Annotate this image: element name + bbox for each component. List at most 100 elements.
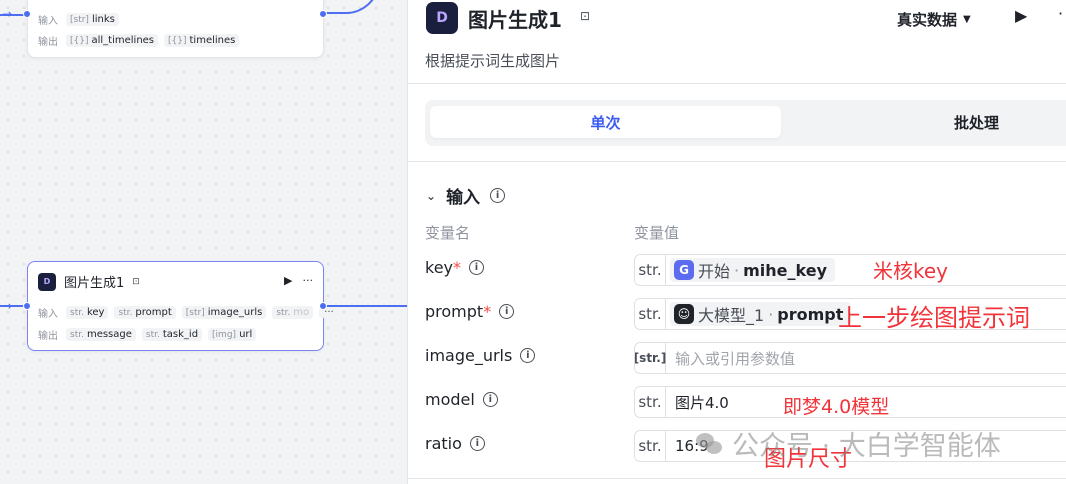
node-chip-all-timelines: [{}] all_timelines [66, 34, 159, 47]
run-icon[interactable]: ▶ [1015, 6, 1027, 25]
param-name-key: key * i [425, 258, 485, 277]
type-tag[interactable]: str. [635, 431, 666, 461]
data-mode-dropdown[interactable]: 真实数据 ▼ [897, 9, 971, 30]
column-header-name: 变量名 [425, 224, 471, 242]
caret-down-icon: ▼ [963, 14, 971, 25]
type-tag[interactable]: str. [635, 255, 666, 285]
node-output-label: 输出 [38, 37, 58, 48]
node-input-label: 输入 [38, 309, 58, 320]
node-input-row: 输入 str. key str. prompt [str] image_urls… [38, 305, 339, 320]
watermark-text: 公众号 · 大白学智能体 [732, 431, 1001, 462]
chip-type: [str] [185, 307, 205, 318]
plugin-badge-icon: ⊡ [580, 9, 591, 23]
start-node-icon: G [674, 260, 694, 280]
node-chip-prompt: str. prompt [114, 306, 176, 319]
variable-reference[interactable]: ☺ 大模型_1 · prompt [670, 302, 852, 326]
required-mark: * [453, 258, 462, 277]
ref-separator: · [734, 260, 740, 280]
workflow-node-prev[interactable]: 输入 [str] links 输出 [{}] all_timelines [{}… [27, 0, 324, 58]
port-in-image-gen[interactable] [23, 302, 31, 310]
required-mark: * [483, 302, 492, 321]
chip-type: [str] [70, 14, 89, 25]
chip-type: str. [70, 329, 84, 340]
node-chip-links: [str] links [66, 13, 119, 26]
param-name-prompt: prompt * i [425, 302, 515, 321]
port-in-prev[interactable] [23, 10, 31, 18]
workflow-canvas[interactable]: → → 输入 [str] links 输出 [{}] all_timelines… [0, 0, 407, 484]
chip-name: key [86, 307, 105, 318]
chip-type: str. [276, 307, 291, 318]
node-chip-url: [img] url [208, 328, 257, 341]
node-chip-timelines: [{}] timelines [164, 34, 240, 47]
param-label: ratio [425, 434, 462, 453]
param-input-value[interactable]: 图片4.0 [675, 392, 729, 413]
chip-type: str. [118, 307, 133, 318]
node-output-row: 输出 [{}] all_timelines [{}] timelines [38, 33, 240, 48]
param-label: key [425, 258, 454, 277]
node-actions: ▶ ··· [284, 274, 313, 287]
chip-type: [{}] [168, 35, 187, 46]
info-icon[interactable]: i [499, 304, 515, 319]
chip-name: task_id [162, 329, 199, 340]
node-chip-message: str. message [66, 328, 136, 341]
wechat-icon [696, 431, 724, 457]
param-value-key[interactable]: str. G 开始 · mihe_key [634, 254, 1066, 286]
node-chip-key: str. key [66, 306, 109, 319]
param-value-image-urls[interactable]: [str.] 输入或引用参数值 [634, 342, 1066, 374]
watermark: 公众号 · 大白学智能体 [696, 424, 1001, 463]
port-out-prev[interactable] [319, 10, 327, 18]
param-label: model [425, 390, 475, 409]
node-config-panel: D 图片生成1 ⊡ 真实数据 ▼ ▶ · 根据提示词生成图片 单次 批处理 ⌄ … [407, 0, 1066, 484]
chip-name: prompt [135, 307, 172, 318]
divider [408, 83, 1066, 84]
ref-variable: prompt [777, 304, 844, 324]
workflow-node-image-gen[interactable]: D 图片生成1 ⊡ ▶ ··· 输入 str. key str. prompt … [27, 261, 339, 351]
chip-name: timelines [189, 35, 236, 46]
node-output-row: 输出 str. message str. task_id [img] url [38, 327, 257, 342]
param-label: image_urls [425, 346, 513, 365]
chip-name: all_timelines [91, 35, 155, 46]
type-tag[interactable]: str. [635, 387, 666, 417]
node-chip-task-id: str. task_id [141, 328, 203, 341]
tab-batch[interactable]: 批处理 [785, 106, 1066, 138]
param-name-model: model i [425, 390, 498, 409]
param-name-image-urls: image_urls i [425, 346, 536, 365]
tab-single[interactable]: 单次 [430, 106, 781, 138]
chip-type: str. [145, 329, 160, 340]
ref-variable: mihe_key [743, 260, 827, 280]
info-icon[interactable]: i [520, 348, 536, 363]
run-mode-tabs: 单次 批处理 [425, 100, 1066, 146]
panel-title[interactable]: 图片生成1 [468, 4, 562, 33]
node-run-icon[interactable]: ▶ [284, 274, 292, 287]
chevron-down-icon: ⌄ [426, 188, 437, 203]
port-out-image-gen[interactable] [319, 302, 327, 310]
chip-name: links [91, 14, 115, 25]
plugin-badge-icon: ⊡ [132, 276, 140, 287]
edge-top-out [320, 0, 380, 14]
app-logo-icon: D [426, 2, 458, 34]
column-header-value: 变量值 [634, 224, 680, 242]
info-icon[interactable]: i [482, 392, 498, 407]
node-more-icon[interactable]: ··· [303, 274, 314, 287]
ref-source: 开始 [698, 262, 731, 281]
node-header: D 图片生成1 ⊡ [38, 272, 140, 291]
info-icon[interactable]: i [469, 260, 485, 275]
type-tag[interactable]: str. [635, 299, 666, 329]
section-title: 输入 [446, 188, 481, 208]
divider [408, 478, 1066, 479]
type-tag[interactable]: [str.] [635, 343, 666, 373]
app-logo-icon: D [38, 272, 56, 291]
info-icon[interactable]: i [490, 188, 506, 203]
param-input-placeholder[interactable]: 输入或引用参数值 [675, 348, 795, 369]
panel-description: 根据提示词生成图片 [425, 52, 561, 70]
input-section-header[interactable]: ⌄ 输入 i [426, 183, 506, 208]
ref-separator: · [768, 304, 774, 324]
more-icon[interactable]: · [1058, 4, 1063, 23]
info-icon[interactable]: i [469, 436, 485, 451]
node-title: 图片生成1 [64, 276, 125, 291]
variable-reference[interactable]: G 开始 · mihe_key [670, 258, 835, 282]
data-mode-label: 真实数据 [897, 11, 958, 29]
chip-name: image_urls [207, 307, 263, 318]
chip-type: [{}] [70, 35, 89, 46]
chip-name: mo [293, 307, 310, 318]
